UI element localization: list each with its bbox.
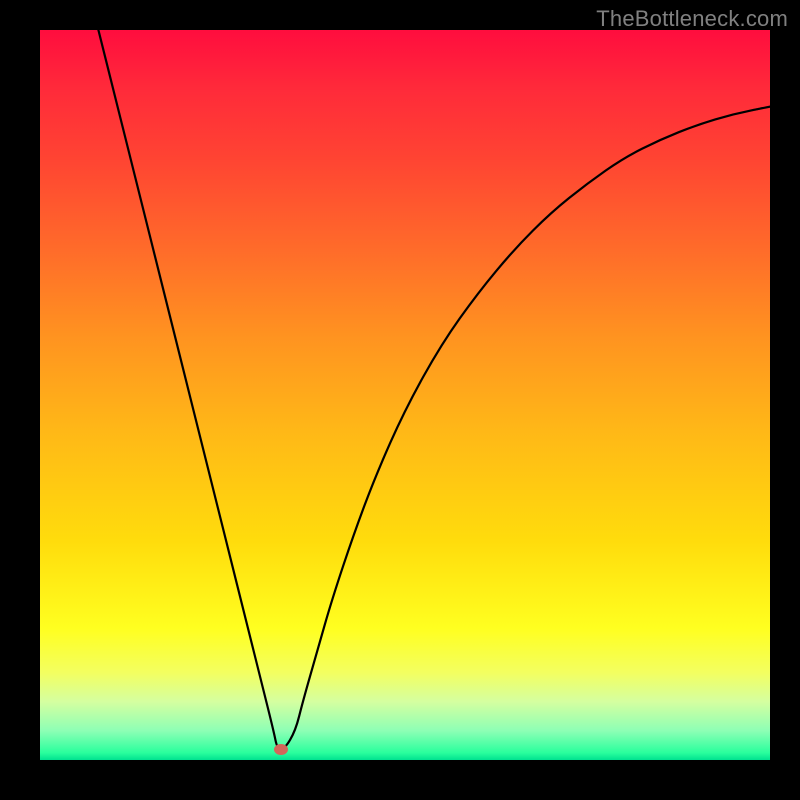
optimal-point-marker bbox=[274, 744, 288, 755]
watermark-text: TheBottleneck.com bbox=[596, 6, 788, 32]
plot-area bbox=[40, 30, 770, 760]
chart-frame: TheBottleneck.com bbox=[0, 0, 800, 800]
bottleneck-curve bbox=[98, 30, 770, 749]
curve-svg bbox=[40, 30, 770, 760]
